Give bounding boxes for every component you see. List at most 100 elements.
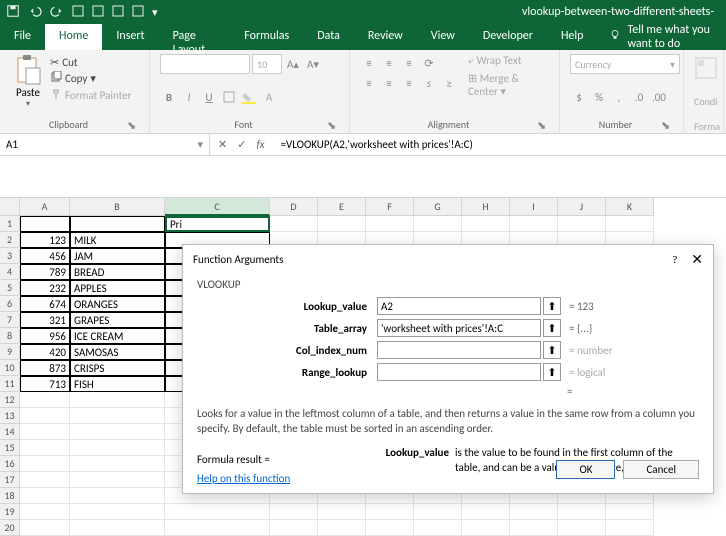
row-header[interactable]: 1 <box>0 216 20 232</box>
cell[interactable] <box>20 504 70 520</box>
format-painter-button[interactable]: Format Painter <box>50 88 131 103</box>
font-size-select[interactable]: 10 <box>252 54 282 74</box>
column-header[interactable]: A <box>20 198 70 216</box>
row-header[interactable]: 17 <box>0 472 20 488</box>
row-header[interactable]: 12 <box>0 392 20 408</box>
row-header[interactable]: 13 <box>0 408 20 424</box>
cell[interactable]: FISH <box>70 376 165 392</box>
tab-home[interactable]: Home <box>45 24 102 50</box>
cell[interactable]: 789 <box>20 264 70 280</box>
close-icon[interactable]: ✕ <box>691 251 703 268</box>
cell[interactable] <box>318 216 366 232</box>
row-header[interactable]: 16 <box>0 456 20 472</box>
collapse-dialog-icon[interactable]: ⬆ <box>543 319 561 337</box>
qat-icon[interactable] <box>112 5 124 20</box>
cell[interactable] <box>70 440 165 456</box>
cell[interactable] <box>20 392 70 408</box>
fx-icon[interactable]: fx <box>256 138 264 151</box>
cell[interactable] <box>20 440 70 456</box>
cell[interactable] <box>70 472 165 488</box>
cell[interactable]: 713 <box>20 376 70 392</box>
collapse-dialog-icon[interactable]: ⬆ <box>543 297 561 315</box>
align-center-icon[interactable]: ≡ <box>380 74 398 92</box>
cell[interactable]: Pri <box>165 216 270 232</box>
dialog-launcher-icon[interactable]: ⬊ <box>127 119 139 131</box>
cut-button[interactable]: ✂Cut <box>50 56 131 69</box>
collapse-dialog-icon[interactable]: ⬆ <box>543 341 561 359</box>
cell[interactable] <box>414 504 462 520</box>
row-header[interactable]: 14 <box>0 424 20 440</box>
underline-button[interactable]: U <box>200 88 218 106</box>
cell[interactable] <box>606 216 654 232</box>
align-bottom-icon[interactable]: ≡ <box>400 54 418 72</box>
cell[interactable] <box>366 216 414 232</box>
cell[interactable]: 123 <box>20 232 70 248</box>
column-header[interactable]: J <box>558 198 606 216</box>
font-color-button[interactable]: A <box>260 88 278 106</box>
cell[interactable]: 420 <box>20 344 70 360</box>
cell[interactable]: 456 <box>20 248 70 264</box>
tab-insert[interactable]: Insert <box>102 24 158 50</box>
col-index-input[interactable] <box>377 341 541 359</box>
cell[interactable] <box>20 456 70 472</box>
currency-icon[interactable]: $ <box>570 88 588 106</box>
cancel-formula-icon[interactable]: ✕ <box>218 138 227 151</box>
tab-formulas[interactable]: Formulas <box>230 24 303 50</box>
cell[interactable] <box>462 504 510 520</box>
align-top-icon[interactable]: ≡ <box>360 54 378 72</box>
column-header[interactable]: C <box>165 198 270 216</box>
cell[interactable] <box>510 504 558 520</box>
range-lookup-input[interactable] <box>377 363 541 381</box>
qat-icon[interactable] <box>72 5 84 20</box>
row-header[interactable]: 3 <box>0 248 20 264</box>
row-header[interactable]: 18 <box>0 488 20 504</box>
font-family-select[interactable] <box>160 54 250 74</box>
cell[interactable]: 232 <box>20 280 70 296</box>
cell[interactable] <box>20 408 70 424</box>
cell[interactable] <box>270 216 318 232</box>
table-array-input[interactable] <box>377 319 541 337</box>
cell[interactable] <box>318 504 366 520</box>
cell[interactable]: 321 <box>20 312 70 328</box>
cell[interactable] <box>70 408 165 424</box>
row-header[interactable]: 6 <box>0 296 20 312</box>
fill-color-button[interactable] <box>240 88 258 106</box>
tab-file[interactable]: File <box>0 24 45 50</box>
paste-button[interactable]: Paste ▾ <box>10 54 46 109</box>
cell[interactable] <box>462 216 510 232</box>
cell[interactable] <box>165 504 270 520</box>
cell[interactable]: GRAPES <box>70 312 165 328</box>
row-header[interactable]: 19 <box>0 504 20 520</box>
tab-review[interactable]: Review <box>354 24 417 50</box>
ok-button[interactable]: OK <box>556 460 615 479</box>
collapse-dialog-icon[interactable]: ⬆ <box>543 363 561 381</box>
column-header[interactable]: B <box>70 198 165 216</box>
cell[interactable]: BREAD <box>70 264 165 280</box>
cell[interactable]: ORANGES <box>70 296 165 312</box>
cell[interactable]: 956 <box>20 328 70 344</box>
cell[interactable] <box>414 216 462 232</box>
column-header[interactable]: I <box>510 198 558 216</box>
save-icon[interactable] <box>6 4 20 21</box>
column-header[interactable]: H <box>462 198 510 216</box>
cell[interactable]: APPLES <box>70 280 165 296</box>
help-link[interactable]: Help on this function <box>197 472 290 485</box>
tab-view[interactable]: View <box>417 24 469 50</box>
cell[interactable] <box>70 424 165 440</box>
number-format-select[interactable]: Currency▾ <box>570 54 680 74</box>
increase-font-icon[interactable]: A▴ <box>284 55 302 73</box>
cell[interactable] <box>20 216 70 232</box>
enter-formula-icon[interactable]: ✓ <box>237 138 246 151</box>
row-header[interactable]: 5 <box>0 280 20 296</box>
qat-icon[interactable] <box>92 5 104 20</box>
dialog-launcher-icon[interactable]: ⬊ <box>327 119 339 131</box>
cell[interactable] <box>70 504 165 520</box>
align-left-icon[interactable]: ≡ <box>360 74 378 92</box>
tab-help[interactable]: Help <box>547 24 598 50</box>
cell[interactable] <box>558 504 606 520</box>
column-header[interactable]: D <box>270 198 318 216</box>
help-icon[interactable]: ? <box>672 254 677 266</box>
bold-button[interactable]: B <box>160 88 178 106</box>
row-header[interactable]: 2 <box>0 232 20 248</box>
orientation-icon[interactable]: ⟳ <box>420 54 438 72</box>
